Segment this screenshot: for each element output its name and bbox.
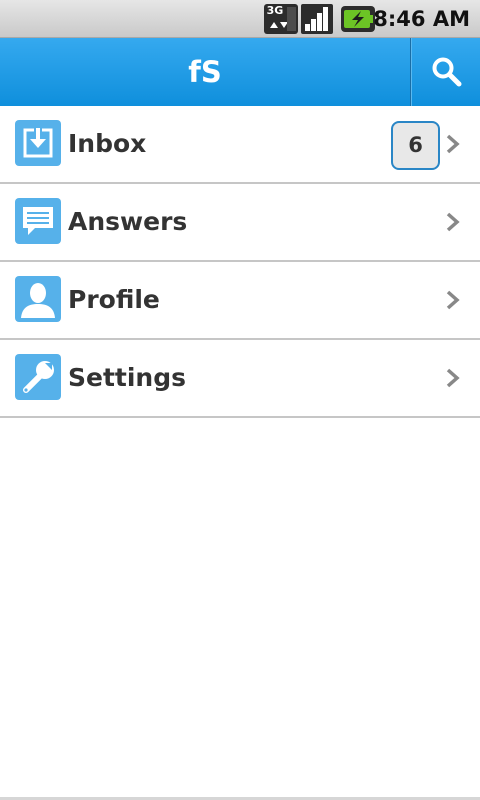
signal-strength-icon: [301, 4, 333, 34]
search-icon: [432, 57, 462, 87]
inbox-count-badge: 6: [391, 121, 440, 170]
menu-item-profile[interactable]: Profile: [0, 262, 480, 340]
wrench-icon: [15, 354, 61, 400]
menu-item-label: Inbox: [68, 129, 147, 158]
chevron-right-icon: [446, 134, 460, 154]
chevron-right-icon: [446, 290, 460, 310]
inbox-download-icon: [15, 120, 61, 166]
speech-bubble-icon: [15, 198, 61, 244]
chevron-right-icon: [446, 212, 460, 232]
search-button[interactable]: [413, 38, 480, 106]
menu-item-answers[interactable]: Answers: [0, 184, 480, 262]
menu-item-settings[interactable]: Settings: [0, 340, 480, 418]
status-bar: 3G 8:46 AM: [0, 0, 480, 38]
battery-charging-icon: [341, 4, 375, 34]
menu-item-label: Profile: [68, 285, 160, 314]
menu-item-inbox[interactable]: Inbox 6: [0, 106, 480, 184]
network-type-label: 3G: [266, 4, 284, 17]
app-title: fS: [188, 55, 222, 89]
chevron-right-icon: [446, 368, 460, 388]
main-menu-list: Inbox 6 Answers Profile Settings: [0, 106, 480, 418]
menu-item-label: Answers: [68, 207, 188, 236]
app-header: fS: [0, 38, 480, 106]
network-3g-icon: 3G: [264, 4, 298, 34]
menu-item-label: Settings: [68, 363, 187, 392]
header-divider: [410, 38, 412, 106]
person-icon: [15, 276, 61, 322]
status-time: 8:46 AM: [373, 7, 470, 31]
